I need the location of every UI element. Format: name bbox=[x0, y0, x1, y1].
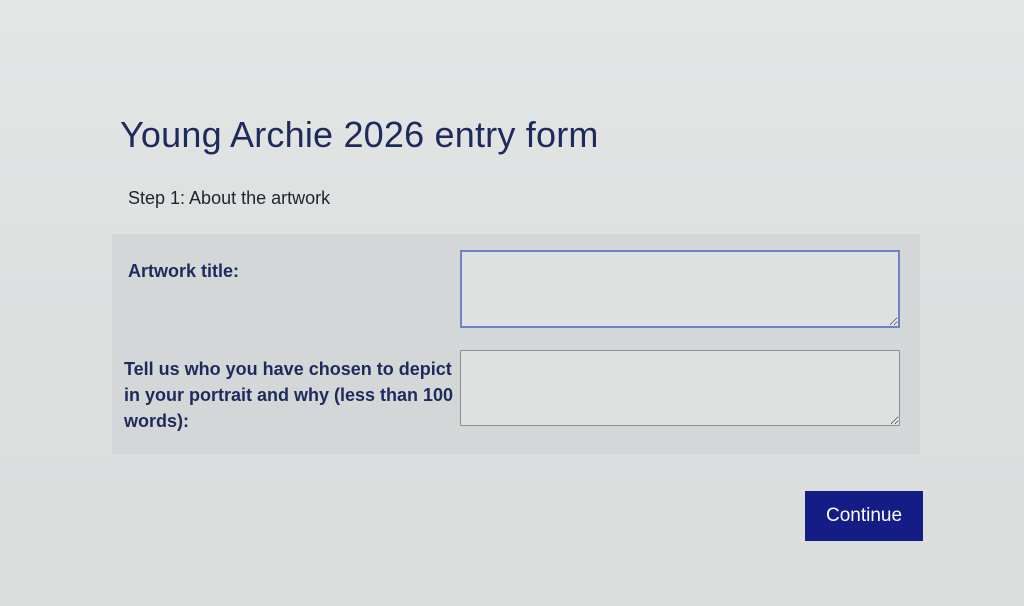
form-panel: Artwork title: Tell us who you have chos… bbox=[112, 234, 920, 454]
portrait-subject-label: Tell us who you have chosen to depict in… bbox=[124, 359, 454, 431]
page-title: Young Archie 2026 entry form bbox=[120, 114, 599, 155]
entry-form-page: Young Archie 2026 entry form Step 1: Abo… bbox=[0, 0, 1024, 606]
artwork-title-label: Artwork title: bbox=[128, 261, 240, 281]
step-indicator: Step 1: About the artwork bbox=[128, 188, 331, 208]
artwork-title-input[interactable] bbox=[460, 250, 900, 328]
portrait-subject-input[interactable] bbox=[460, 350, 900, 426]
continue-button[interactable]: Continue bbox=[805, 491, 923, 541]
